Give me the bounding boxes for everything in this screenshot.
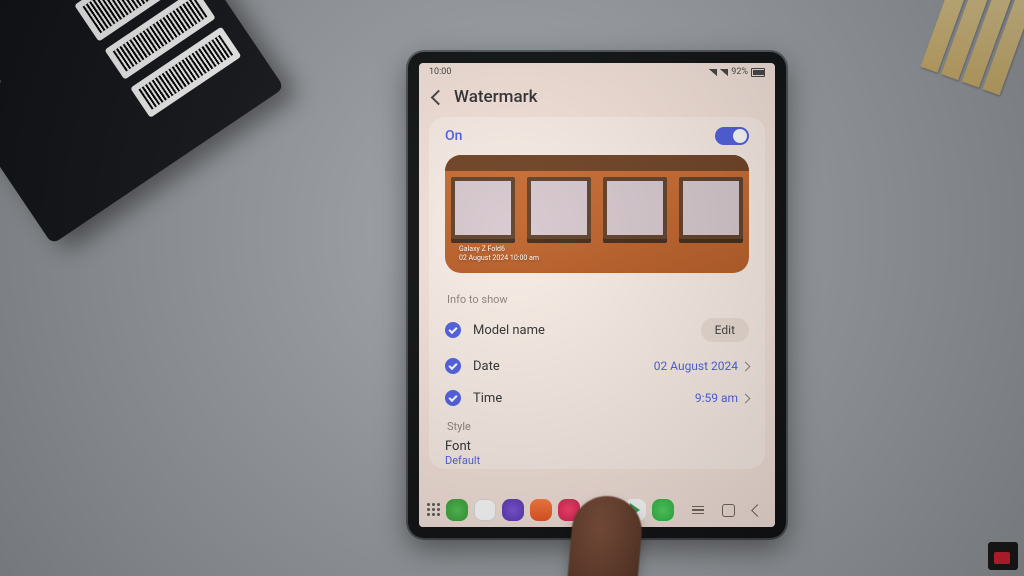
back-button[interactable] (431, 89, 447, 105)
status-bar: 10:00 92% (419, 63, 775, 81)
preview-window (527, 177, 591, 239)
row-time[interactable]: Time 9:59 am (429, 382, 765, 414)
wm-datetime: 02 August 2024 10:00 am (459, 254, 539, 263)
master-toggle-row[interactable]: On (429, 117, 765, 155)
desk-scene: Galaxy Z Fold6 10:00 92% Wate (0, 0, 1024, 576)
checkbox-checked-icon[interactable] (445, 390, 461, 406)
whatsapp-icon[interactable] (652, 499, 674, 521)
corner-card (988, 542, 1018, 570)
row-value[interactable]: 02 August 2024 (654, 359, 749, 373)
checkbox-checked-icon[interactable] (445, 358, 461, 374)
row-value[interactable]: 9:59 am (695, 391, 749, 405)
browser-app-icon[interactable] (502, 499, 524, 521)
status-right: 92% (709, 67, 765, 77)
home-button[interactable] (722, 503, 735, 517)
toggle-switch[interactable] (715, 127, 749, 145)
wm-model: Galaxy Z Fold6 (459, 245, 539, 254)
title-bar: Watermark (419, 81, 775, 117)
screen: 10:00 92% Watermark On (419, 63, 775, 527)
row-label: Model name (473, 323, 689, 338)
store-app-icon[interactable] (530, 499, 552, 521)
preview-watermark-text: Galaxy Z Fold6 02 August 2024 10:00 am (459, 245, 539, 263)
chevron-right-icon (741, 393, 751, 403)
checkbox-checked-icon[interactable] (445, 322, 461, 338)
recents-button[interactable] (692, 503, 704, 517)
row-date[interactable]: Date 02 August 2024 (429, 350, 765, 382)
preview-window (679, 177, 743, 239)
apps-grid-icon[interactable] (427, 503, 440, 517)
font-label: Font (445, 439, 471, 454)
status-time: 10:00 (429, 67, 451, 77)
tablet-device: 10:00 92% Watermark On (408, 52, 786, 538)
section-label-style: Style (429, 414, 765, 437)
main-panel: On Galaxy Z Fold6 02 Aug (429, 117, 765, 469)
section-label-info: Info to show (429, 287, 765, 310)
phone-app-icon[interactable] (446, 499, 468, 521)
signal-icon (720, 69, 728, 76)
row-model-name[interactable]: Model name Edit (429, 310, 765, 350)
wooden-block (917, 0, 1024, 117)
content: On Galaxy Z Fold6 02 Aug (419, 117, 775, 493)
toggle-label: On (445, 128, 462, 144)
preview-window (603, 177, 667, 239)
row-label: Date (473, 359, 642, 374)
messages-app-icon[interactable] (474, 499, 496, 521)
product-box-label: Galaxy Z Fold6 (0, 0, 8, 95)
page-title: Watermark (454, 87, 537, 107)
product-box-barcodes (44, 0, 241, 118)
font-value: Default (445, 454, 480, 467)
row-font[interactable]: Font Default (429, 437, 765, 469)
watermark-preview: Galaxy Z Fold6 02 August 2024 10:00 am (445, 155, 749, 273)
preview-window (451, 177, 515, 239)
edit-button[interactable]: Edit (701, 318, 749, 342)
product-box: Galaxy Z Fold6 (0, 0, 284, 244)
row-label: Time (473, 391, 683, 406)
chevron-right-icon (741, 361, 751, 371)
back-nav-button[interactable] (753, 503, 762, 517)
signal-icon (709, 69, 717, 76)
battery-pct: 92% (731, 67, 748, 77)
battery-icon (751, 68, 765, 77)
